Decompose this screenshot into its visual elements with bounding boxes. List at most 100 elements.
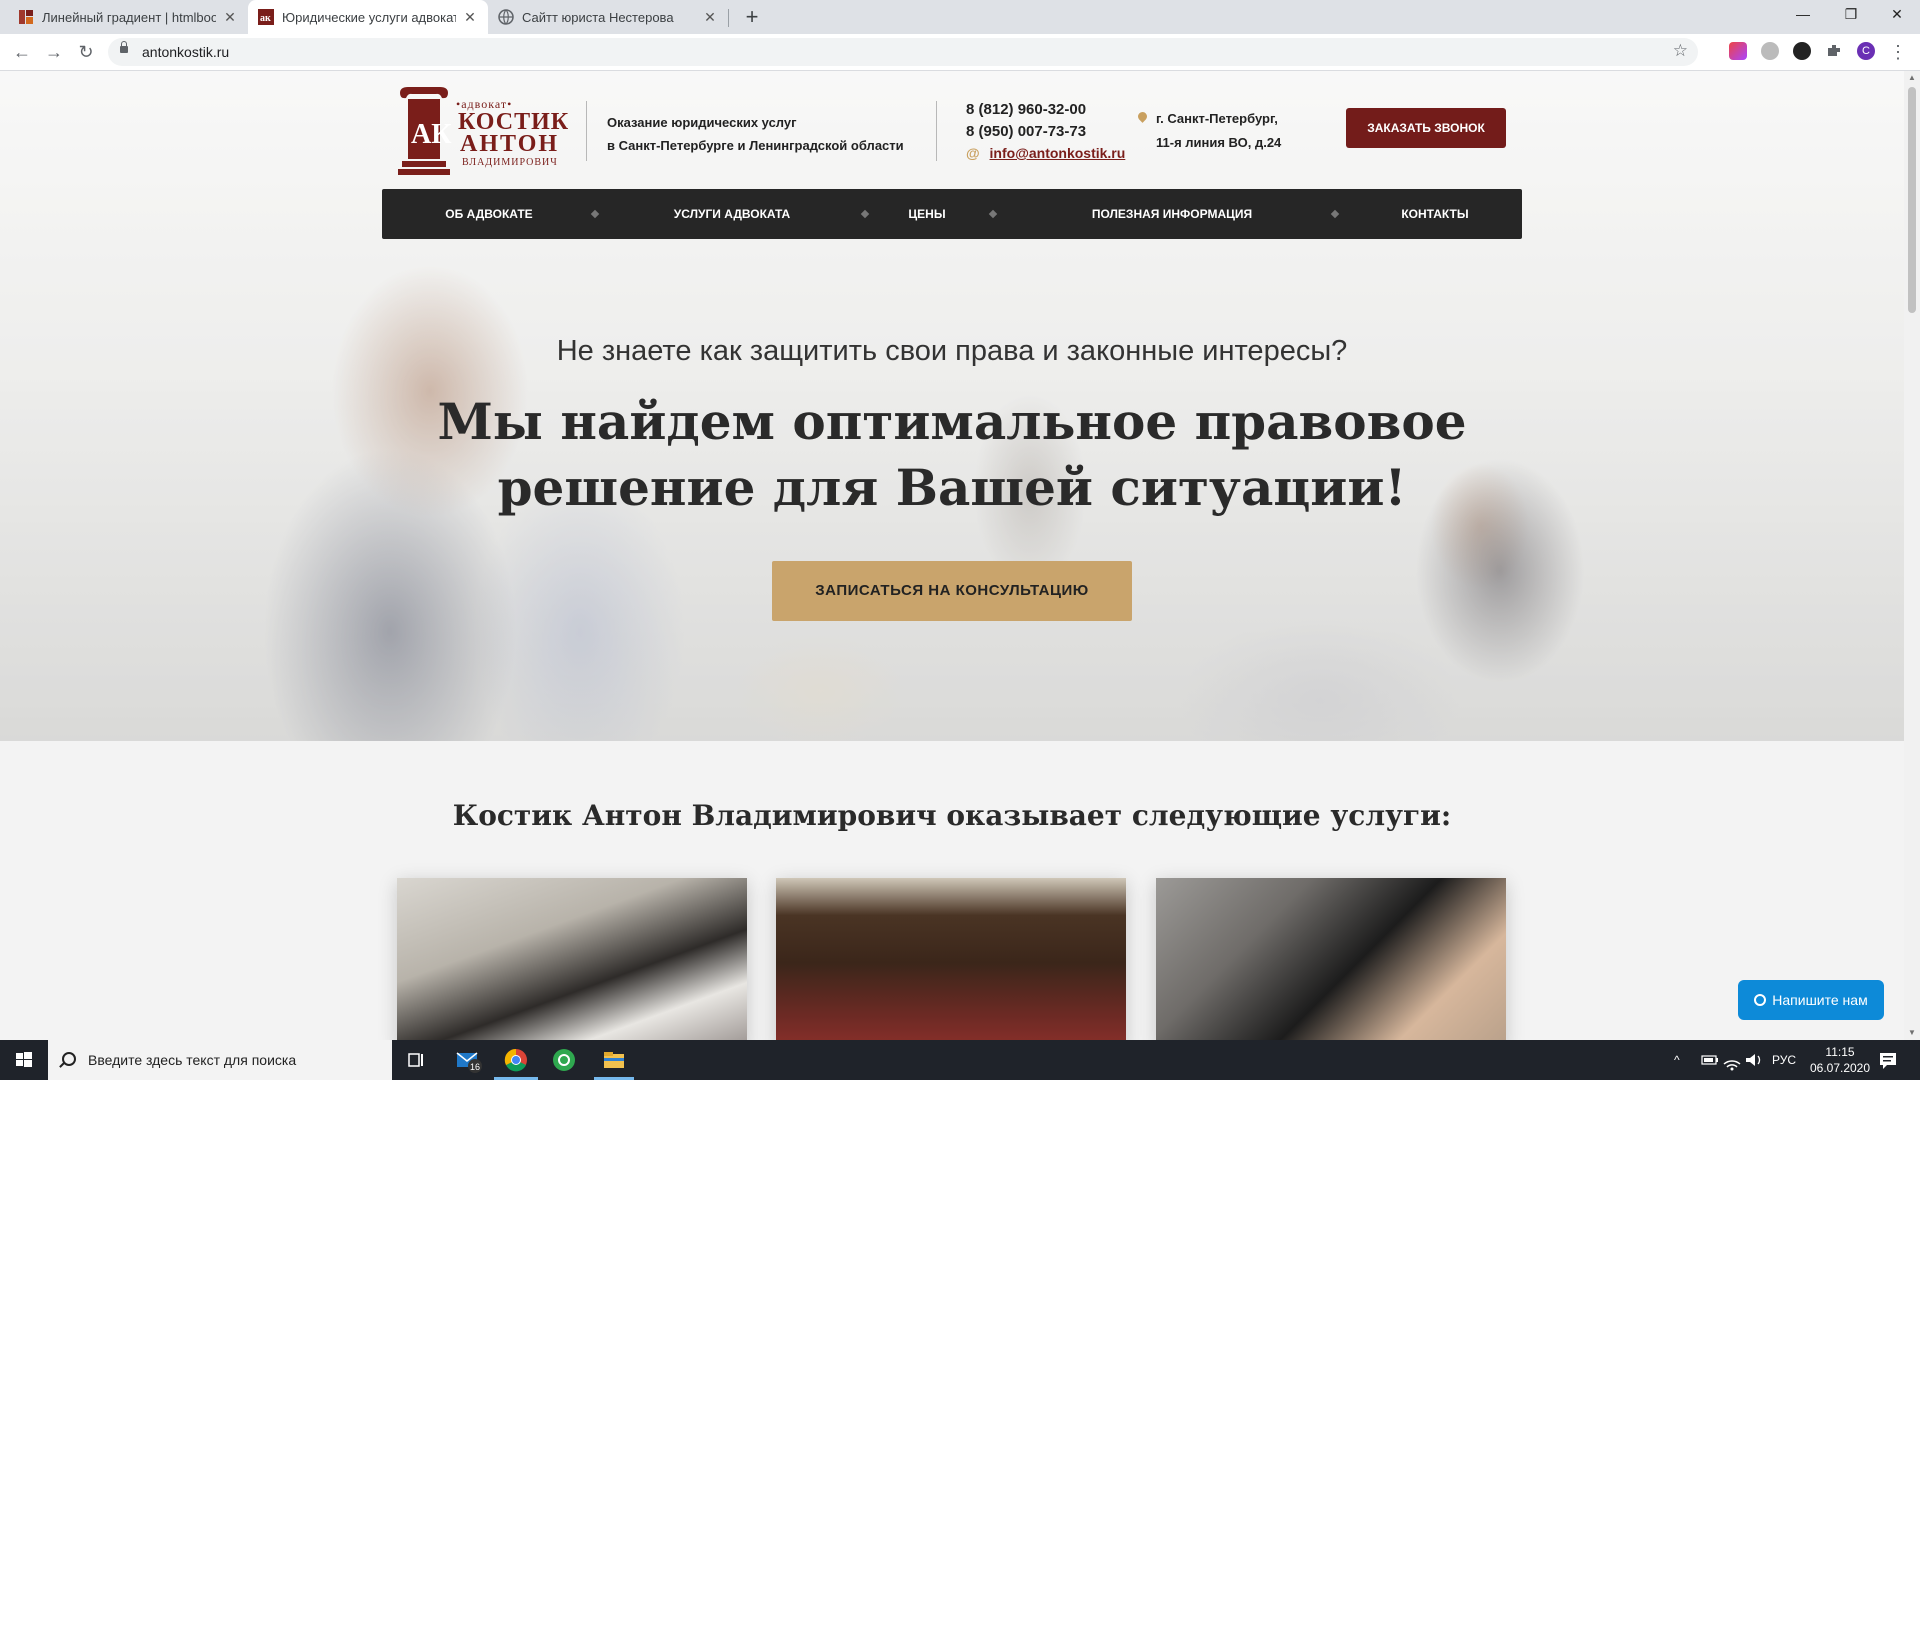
- address-line1: г. Санкт-Петербург,: [1156, 111, 1278, 126]
- tagline-line2: в Санкт-Петербурге и Ленинградской облас…: [607, 138, 904, 153]
- extension-grey-icon[interactable]: [1761, 42, 1779, 60]
- reload-icon[interactable]: ↻: [74, 40, 98, 64]
- file-explorer-icon[interactable]: [600, 1046, 628, 1074]
- browser-menu-icon[interactable]: ⋮: [1886, 40, 1910, 64]
- header-tagline: Оказание юридических услуг в Санкт-Петер…: [607, 111, 904, 157]
- back-arrow-icon[interactable]: ←: [10, 40, 34, 64]
- search-placeholder: Введите здесь текст для поиска: [88, 1052, 297, 1068]
- hero-title-line2: решение для Вашей ситуации!: [497, 458, 1407, 517]
- services-heading: Костик Антон Владимирович оказывает след…: [452, 799, 1452, 832]
- nav-item-services[interactable]: УСЛУГИ АДВОКАТА: [652, 189, 812, 239]
- chat-ring-icon: [1754, 994, 1767, 1006]
- restore-button[interactable]: ❐: [1828, 0, 1874, 30]
- map-pin-icon: [1136, 110, 1149, 123]
- logo-monogram: АК: [411, 119, 452, 150]
- address-line2: 11-я линия ВО, д.24: [1156, 135, 1282, 150]
- tab-close-icon[interactable]: ✕: [702, 9, 718, 26]
- language-indicator[interactable]: РУС: [1772, 1040, 1796, 1080]
- extension-dark-icon[interactable]: [1793, 42, 1811, 60]
- puzzle-extensions-icon[interactable]: [1825, 42, 1843, 60]
- nav-item-prices[interactable]: ЦЕНЫ: [892, 189, 962, 239]
- service-card-debt[interactable]: [1156, 878, 1506, 1040]
- header-divider: [586, 101, 587, 161]
- globe-icon: [498, 9, 514, 25]
- scroll-up-icon[interactable]: ▲: [1904, 71, 1920, 85]
- service-card-court[interactable]: [776, 878, 1126, 1040]
- chat-widget-button[interactable]: Напишите нам: [1738, 980, 1884, 1020]
- nav-separator: [988, 209, 998, 219]
- main-navigation: ОБ АДВОКАТЕ УСЛУГИ АДВОКАТА ЦЕНЫ ПОЛЕЗНА…: [382, 189, 1522, 239]
- browser-toolbar: ← → ↻ antonkostik.ru ☆ C ⋮: [0, 34, 1920, 71]
- clock-time: 11:15: [1825, 1045, 1855, 1059]
- header-divider: [936, 101, 937, 161]
- nav-separator: [590, 209, 600, 219]
- windows-logo-icon: [16, 1052, 32, 1067]
- windows-taskbar: Введите здесь текст для поиска 16 ^ РУС …: [0, 1040, 1920, 1080]
- site-logo[interactable]: АК •адвокат• КОСТИК АНТОН ВЛАДИМИРОВИЧ: [396, 85, 568, 175]
- extension-gradient-icon[interactable]: [1729, 42, 1747, 60]
- new-tab-button[interactable]: +: [738, 4, 766, 30]
- order-callback-button[interactable]: ЗАКАЗАТЬ ЗВОНОК: [1346, 108, 1506, 148]
- phone-number-2[interactable]: 8 (950) 007-73-73: [966, 121, 1086, 143]
- svg-text:ак: ак: [260, 13, 271, 24]
- email-icon: @: [966, 145, 980, 161]
- nav-item-contacts[interactable]: КОНТАКТЫ: [1380, 189, 1490, 239]
- minimize-button[interactable]: —: [1780, 0, 1826, 30]
- taskbar-search-box[interactable]: Введите здесь текст для поиска: [48, 1040, 392, 1080]
- active-app-indicator: [594, 1077, 634, 1080]
- forward-arrow-icon[interactable]: →: [42, 40, 66, 64]
- tagline-line1: Оказание юридических услуг: [607, 115, 797, 130]
- address-bar[interactable]: antonkostik.ru ☆: [108, 38, 1698, 66]
- scroll-down-icon[interactable]: ▼: [1904, 1026, 1920, 1040]
- nav-item-useful-info[interactable]: ПОЛЕЗНАЯ ИНФОРМАЦИЯ: [1062, 189, 1282, 239]
- chat-label: Напишите нам: [1772, 992, 1868, 1008]
- nav-separator: [1330, 209, 1340, 219]
- bookmark-star-icon[interactable]: ☆: [1673, 41, 1688, 61]
- htmlbook-favicon-icon: [18, 9, 34, 25]
- volume-icon[interactable]: [1740, 1046, 1768, 1074]
- url-text: antonkostik.ru: [142, 44, 230, 60]
- green-app-icon[interactable]: [550, 1046, 578, 1074]
- service-card-business[interactable]: [397, 878, 747, 1040]
- profile-avatar[interactable]: C: [1857, 42, 1875, 60]
- logo-patronymic: ВЛАДИМИРОВИЧ: [462, 157, 558, 168]
- tab-close-icon[interactable]: ✕: [462, 9, 478, 26]
- phone-number-1[interactable]: 8 (812) 960-32-00: [966, 99, 1086, 121]
- phone-block: 8 (812) 960-32-00 8 (950) 007-73-73: [966, 99, 1086, 143]
- page-viewport: АК •адвокат• КОСТИК АНТОН ВЛАДИМИРОВИЧ О…: [0, 71, 1904, 1040]
- tab-title: Сайтт юриста Нестерова: [522, 9, 674, 25]
- hero-subtitle: Не знаете как защитить свои права и зако…: [556, 335, 1348, 367]
- book-consultation-button[interactable]: ЗАПИСАТЬСЯ НА КОНСУЛЬТАЦИЮ: [772, 561, 1132, 621]
- task-view-icon[interactable]: [402, 1046, 430, 1074]
- lock-icon: [120, 41, 128, 53]
- tray-chevron-icon[interactable]: ^: [1674, 1040, 1680, 1080]
- screen: Линейный градиент | htmlbook ✕ ак Юридич…: [0, 0, 1920, 1080]
- tab-nesterov[interactable]: Сайтт юриста Нестерова ✕: [488, 0, 728, 34]
- tab-htmlbook[interactable]: Линейный градиент | htmlbook ✕: [8, 0, 248, 34]
- hero-title-line1: Мы найдем оптимальное правовое: [437, 392, 1467, 451]
- vertical-scrollbar[interactable]: ▲ ▼: [1904, 71, 1920, 1040]
- column-monogram-icon: АК: [398, 87, 452, 175]
- email-link[interactable]: info@antonkostik.ru: [990, 145, 1126, 161]
- mail-app-icon[interactable]: 16: [454, 1046, 482, 1074]
- search-icon: [62, 1052, 76, 1066]
- tab-separator: [728, 9, 729, 27]
- logo-firstname: АНТОН: [460, 131, 560, 157]
- tab-title: Юридические услуги адвоката |: [282, 9, 456, 25]
- hero-title: Мы найдем оптимальное правовое решение д…: [0, 389, 1904, 521]
- tab-close-icon[interactable]: ✕: [222, 9, 238, 26]
- tab-antonkostik[interactable]: ак Юридические услуги адвоката | ✕: [248, 0, 488, 34]
- notifications-icon[interactable]: [1874, 1046, 1902, 1074]
- tab-bar: Линейный градиент | htmlbook ✕ ак Юридич…: [0, 0, 1920, 34]
- scroll-thumb[interactable]: [1908, 87, 1916, 313]
- taskbar-clock[interactable]: 11:15 06.07.2020: [1800, 1044, 1880, 1076]
- nav-item-about[interactable]: ОБ АДВОКАТЕ: [424, 189, 554, 239]
- mail-badge: 16: [470, 1062, 480, 1072]
- address-block: г. Санкт-Петербург, 11-я линия ВО, д.24: [1136, 107, 1282, 155]
- chrome-icon[interactable]: [502, 1046, 530, 1074]
- tab-title: Линейный градиент | htmlbook: [42, 9, 216, 25]
- window-close-button[interactable]: ✕: [1874, 0, 1920, 30]
- windows-start-button[interactable]: [0, 1040, 48, 1080]
- active-app-indicator: [494, 1077, 538, 1080]
- antonkostik-favicon-icon: ак: [258, 9, 274, 25]
